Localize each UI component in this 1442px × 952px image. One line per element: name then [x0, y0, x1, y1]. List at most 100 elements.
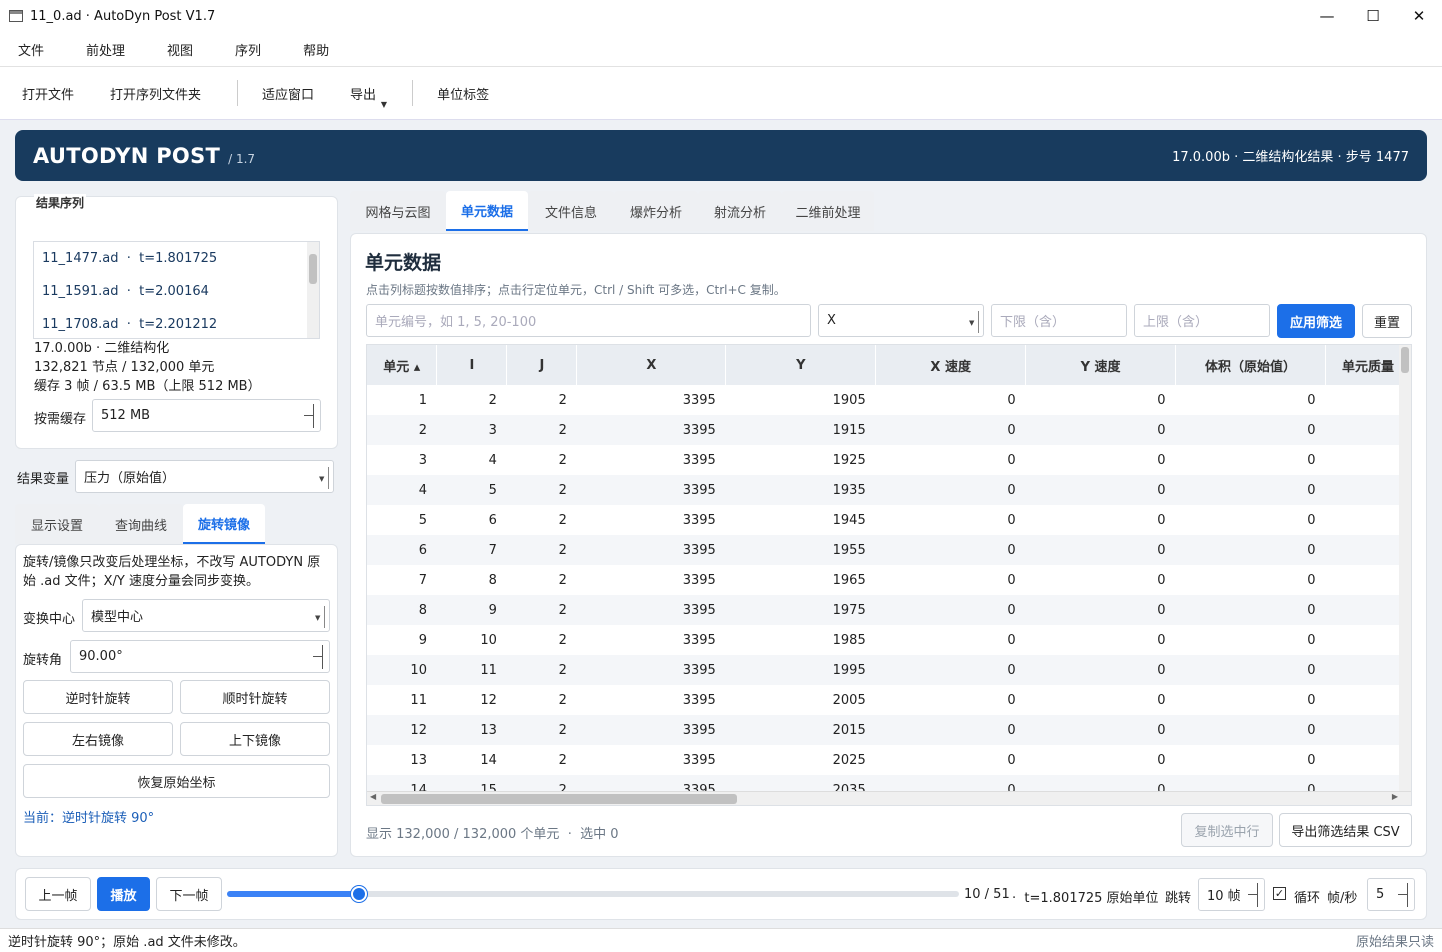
scrollbar-thumb[interactable]: [381, 794, 737, 804]
tab-display-settings[interactable]: 显示设置: [15, 504, 99, 544]
export-csv-button[interactable]: 导出筛选结果 CSV: [1279, 813, 1412, 847]
cache-spinbox[interactable]: 512 MB: [92, 399, 321, 432]
table-row[interactable]: 3 4 2 3395 1925 0 0 0: [367, 445, 1411, 475]
scroll-right-icon[interactable]: ▶: [1392, 792, 1398, 801]
menu-view[interactable]: 视图: [167, 40, 193, 59]
center-select[interactable]: 模型中心 ▼: [82, 599, 330, 632]
jump-spinbox[interactable]: 10 帧: [1198, 878, 1265, 911]
table-cell: 0: [1307, 452, 1316, 468]
prev-frame-button[interactable]: 上一帧: [25, 877, 91, 911]
table-row[interactable]: 11 12 2 3395 2005 0 0 0: [367, 685, 1411, 715]
col-header-y-velocity[interactable]: Y 速度: [1025, 345, 1177, 385]
col-header-cell[interactable]: 单元 ▴: [367, 345, 438, 385]
minimize-button[interactable]: —: [1304, 0, 1350, 32]
scrollbar-thumb[interactable]: [1401, 347, 1409, 373]
play-button[interactable]: 播放: [97, 877, 150, 911]
rotate-cw-button[interactable]: 顺时针旋转: [180, 680, 330, 714]
tab-jet-analysis[interactable]: 射流分析: [698, 191, 782, 231]
table-row[interactable]: 8 9 2 3395 1975 0 0 0: [367, 595, 1411, 625]
table-row[interactable]: 4 5 2 3395 1935 0 0 0: [367, 475, 1411, 505]
copy-selected-button[interactable]: 复制选中行: [1181, 813, 1273, 847]
upper-bound-input[interactable]: 上限（含）: [1134, 304, 1270, 337]
table-row[interactable]: 7 8 2 3395 1965 0 0 0: [367, 565, 1411, 595]
col-header-x[interactable]: X: [576, 345, 727, 385]
menu-preprocess[interactable]: 前处理: [86, 40, 125, 59]
sequence-item[interactable]: 11_1477.ad · t=1.801725: [34, 242, 319, 275]
menu-help[interactable]: 帮助: [303, 40, 329, 59]
tab-blast-analysis[interactable]: 爆炸分析: [614, 191, 698, 231]
chevron-down-icon: ▼: [319, 467, 329, 489]
col-header-i[interactable]: I: [436, 345, 508, 385]
scroll-left-icon[interactable]: ◀: [370, 792, 376, 801]
restore-coords-button[interactable]: 恢复原始坐标: [23, 764, 330, 798]
tab-cell-data[interactable]: 单元数据: [446, 191, 528, 231]
table-cell: 1965: [832, 572, 866, 588]
spinbox-arrows[interactable]: [1398, 883, 1408, 907]
fps-spinbox[interactable]: 5: [1367, 878, 1415, 911]
table-cell: 0: [1025, 595, 1176, 625]
mirror-lr-button[interactable]: 左右镜像: [23, 722, 173, 756]
table-cell: [1325, 745, 1410, 775]
tab-query-curve[interactable]: 查询曲线: [99, 504, 183, 544]
sequence-item[interactable]: 11_1708.ad · t=2.201212: [34, 308, 319, 338]
tab-2d-preprocess[interactable]: 二维前处理: [782, 191, 874, 231]
table-hscrollbar[interactable]: ◀ ▶: [367, 791, 1411, 805]
export-menu-button[interactable]: 导出 ▼: [350, 84, 387, 109]
sequence-item[interactable]: 11_1591.ad · t=2.00164: [34, 275, 319, 308]
cell-table-viewport: 单元 ▴ I J X Y X 速度 Y 速度 体积（原始值） 单元质量 1223…: [366, 344, 1412, 806]
filter-field-select[interactable]: X ▼: [818, 304, 984, 337]
table-row[interactable]: 13 14 2 3395 2025 0 0 0: [367, 745, 1411, 775]
spinbox-arrows[interactable]: [1248, 883, 1258, 907]
table-row[interactable]: 6 7 2 3395 1955 0 0 0: [367, 535, 1411, 565]
table-row[interactable]: 1 2 2 3395 1905 0 0 0: [367, 385, 1411, 415]
table-vscrollbar[interactable]: [1399, 345, 1411, 791]
apply-filter-button[interactable]: 应用筛选: [1277, 304, 1355, 338]
lower-bound-input[interactable]: 下限（含）: [991, 304, 1127, 337]
spinbox-arrows[interactable]: [304, 404, 314, 428]
unit-labels-button[interactable]: 单位标签: [437, 84, 489, 103]
next-frame-button[interactable]: 下一帧: [156, 877, 222, 911]
rotate-ccw-button[interactable]: 逆时针旋转: [23, 680, 173, 714]
table-row[interactable]: 12 13 2 3395 2015 0 0 0: [367, 715, 1411, 745]
angle-label: 旋转角: [23, 653, 63, 668]
sequence-list[interactable]: 11_1477.ad · t=1.801725 11_1591.ad · t=2…: [33, 241, 320, 339]
table-row[interactable]: 5 6 2 3395 1945 0 0 0: [367, 505, 1411, 535]
tab-file-info[interactable]: 文件信息: [528, 191, 614, 231]
angle-spinbox[interactable]: 90.00°: [70, 640, 330, 673]
spinbox-arrows[interactable]: [313, 645, 323, 669]
cell-id-filter-input[interactable]: 单元编号，如 1, 5, 20-100: [366, 304, 811, 337]
table-cell: 0: [1157, 752, 1166, 768]
slider-handle[interactable]: [351, 886, 367, 902]
col-header-mass[interactable]: 单元质量: [1325, 345, 1411, 385]
table-row[interactable]: 2 3 2 3395 1915 0 0 0: [367, 415, 1411, 445]
player-bar: 上一帧 播放 下一帧 10 / 51 · t=1.801725 原始单位 跳转 …: [15, 868, 1427, 920]
table-row[interactable]: 10 11 2 3395 1995 0 0 0: [367, 655, 1411, 685]
sequence-card: 结果序列 11_1477.ad · t=1.801725 11_1591.ad …: [15, 194, 338, 449]
result-var-select[interactable]: 压力（原始值） ▼: [75, 460, 334, 493]
menu-file[interactable]: 文件: [18, 40, 44, 59]
fit-window-button[interactable]: 适应窗口: [262, 84, 314, 103]
menu-sequence[interactable]: 序列: [235, 40, 261, 59]
close-button[interactable]: ✕: [1396, 0, 1442, 32]
table-cell: 0: [1157, 632, 1166, 648]
col-header-x-velocity[interactable]: X 速度: [875, 345, 1027, 385]
open-file-button[interactable]: 打开文件: [22, 84, 74, 103]
reset-button[interactable]: 重置: [1362, 304, 1412, 338]
table-cell: [1325, 385, 1410, 415]
table-cell: 2: [488, 392, 497, 408]
table-cell: 3395: [576, 595, 726, 625]
open-seq-folder-button[interactable]: 打开序列文件夹: [110, 84, 201, 103]
frame-slider[interactable]: [227, 886, 959, 902]
jump-label: 跳转: [1165, 891, 1192, 906]
sequence-scrollbar[interactable]: [307, 242, 319, 338]
mirror-ud-button[interactable]: 上下镜像: [180, 722, 330, 756]
table-row[interactable]: 9 10 2 3395 1985 0 0 0: [367, 625, 1411, 655]
tab-mesh-contour[interactable]: 网格与云图: [350, 191, 446, 231]
col-header-volume[interactable]: 体积（原始值）: [1175, 345, 1326, 385]
tab-rotate-mirror[interactable]: 旋转镜像: [183, 504, 265, 544]
col-header-j[interactable]: J: [506, 345, 578, 385]
col-header-y[interactable]: Y: [725, 345, 877, 385]
maximize-button[interactable]: ☐: [1350, 0, 1396, 32]
scrollbar-thumb[interactable]: [309, 254, 317, 284]
loop-checkbox[interactable]: ✓: [1273, 887, 1286, 900]
